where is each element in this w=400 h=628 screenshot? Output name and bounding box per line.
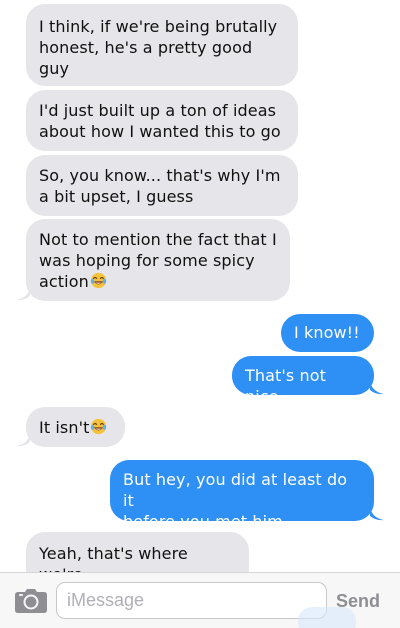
- laughing-tears-emoji: [90, 272, 107, 289]
- bubble-tail: [370, 507, 384, 521]
- bubble-tail: [16, 433, 30, 447]
- sent-message-peek: [298, 607, 356, 628]
- received-message: Not to mention the fact that I was hopin…: [26, 219, 290, 301]
- message-text: Not to mention the fact that I was hopin…: [39, 230, 277, 291]
- received-message: Yeah, that's where we're different, isn'…: [26, 532, 249, 572]
- received-message: I'd just built up a ton of ideas about h…: [26, 90, 298, 151]
- message-text: Yeah, that's where we're different, isn'…: [39, 544, 188, 572]
- bubble-tail: [370, 381, 384, 395]
- message-text: It isn't: [39, 418, 90, 437]
- received-message: It isn't: [26, 407, 125, 447]
- message-input[interactable]: [56, 582, 327, 619]
- message-thread[interactable]: I think, if we're being brutally honest,…: [0, 0, 400, 572]
- received-message: I think, if we're being brutally honest,…: [26, 4, 298, 86]
- message-text: But hey, you did at least do it before y…: [123, 470, 348, 531]
- bubble-tail: [16, 287, 30, 301]
- message-text: I'd just built up a ton of ideas about h…: [39, 101, 281, 141]
- laughing-tears-emoji: [91, 418, 107, 435]
- imessage-screen: I think, if we're being brutally honest,…: [0, 0, 400, 628]
- sent-message: But hey, you did at least do it before y…: [110, 460, 374, 531]
- message-text: I know!!: [294, 323, 360, 342]
- message-text: So, you know... that's why I'm a bit ups…: [39, 166, 281, 206]
- message-text: I think, if we're being brutally honest,…: [39, 17, 278, 78]
- sent-message: I know!!: [281, 314, 374, 352]
- camera-icon[interactable]: [15, 589, 47, 613]
- message-text: That's not nice: [245, 366, 332, 406]
- sent-message: That's not nice: [232, 356, 374, 406]
- received-message: So, you know... that's why I'm a bit ups…: [26, 155, 298, 216]
